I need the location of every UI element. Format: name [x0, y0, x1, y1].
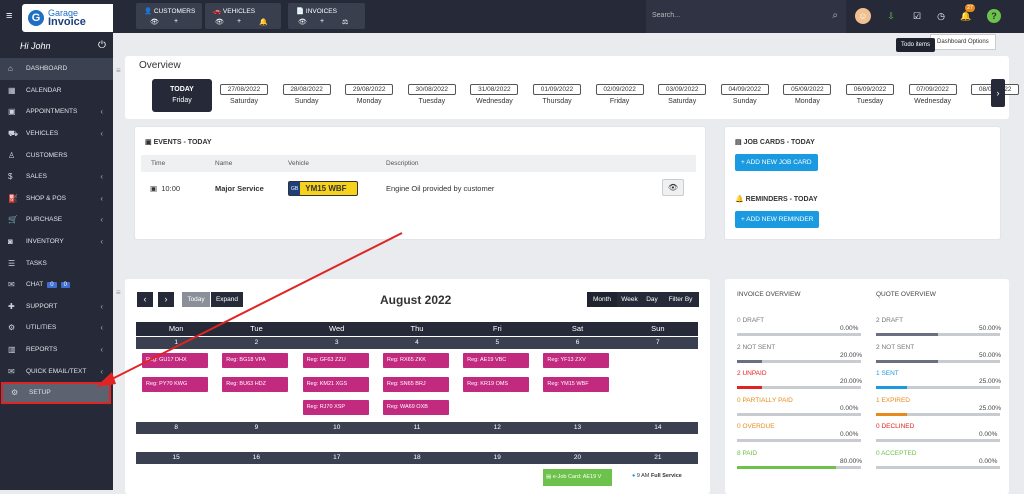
annotation-arrow: [96, 232, 403, 387]
